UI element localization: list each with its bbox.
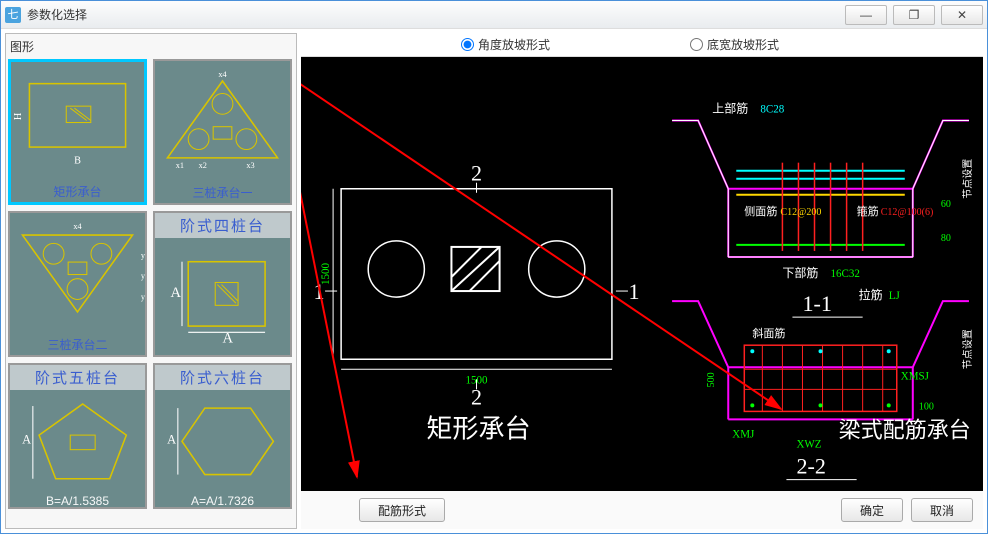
- cancel-button[interactable]: 取消: [911, 498, 973, 522]
- svg-text:y3: y3: [141, 292, 145, 301]
- svg-text:2: 2: [471, 161, 482, 186]
- svg-text:拉筋: 拉筋: [859, 287, 883, 302]
- radio-width-label: 底宽放坡形式: [707, 36, 779, 53]
- rebar-form-button[interactable]: 配筋形式: [359, 498, 445, 522]
- drawing-viewer[interactable]: 2 2 1 1 1500 1500 矩形承台: [301, 57, 983, 491]
- svg-text:C12@100(6): C12@100(6): [881, 207, 934, 218]
- shape-tri1[interactable]: x4 x1 x2 x3 三桩承台一: [153, 59, 292, 205]
- svg-text:y2: y2: [141, 272, 145, 281]
- svg-text:16C32: 16C32: [831, 268, 860, 280]
- svg-text:8C28: 8C28: [760, 104, 784, 116]
- svg-text:1500: 1500: [465, 374, 488, 386]
- svg-text:节点设置: 节点设置: [962, 159, 974, 199]
- shape-heading: 阶式四桩台: [155, 213, 290, 238]
- svg-text:B: B: [74, 155, 81, 166]
- radio-angle-label: 角度放坡形式: [478, 36, 550, 53]
- svg-text:2-2: 2-2: [796, 454, 825, 479]
- svg-text:80: 80: [941, 233, 951, 244]
- svg-text:x2: x2: [199, 161, 207, 170]
- window-title: 参数化选择: [27, 6, 839, 23]
- shape-sub: B=A/1.5385: [10, 492, 145, 509]
- svg-text:XMSJ: XMSJ: [901, 370, 930, 382]
- svg-text:1: 1: [628, 279, 639, 304]
- shape-sidebar: 图形 B H 矩形承台: [5, 33, 297, 529]
- svg-text:梁式配筋承台: 梁式配筋承台: [839, 417, 971, 442]
- svg-text:60: 60: [941, 199, 951, 210]
- shape-heading: 阶式五桩台: [10, 365, 145, 390]
- svg-text:斜面筋: 斜面筋: [752, 326, 785, 340]
- svg-text:A: A: [22, 432, 31, 446]
- svg-text:1500: 1500: [320, 262, 332, 285]
- shape-caption: 矩形承台: [11, 181, 144, 202]
- app-icon: 七: [5, 7, 21, 23]
- ok-button[interactable]: 确定: [841, 498, 903, 522]
- radio-width[interactable]: 底宽放坡形式: [690, 36, 779, 53]
- close-button[interactable]: ✕: [941, 5, 983, 25]
- shape-sub: A=A/1.7326: [155, 492, 290, 509]
- slope-mode-row: 角度放坡形式 底宽放坡形式: [301, 33, 983, 57]
- svg-text:1-1: 1-1: [802, 291, 831, 316]
- svg-text:A: A: [222, 331, 233, 347]
- shape-caption: 三桩承台二: [10, 334, 145, 355]
- shape-step5[interactable]: 阶式五桩台 A B=A/1.5385: [8, 363, 147, 509]
- svg-text:箍筋: 箍筋: [857, 204, 879, 218]
- shape-caption: 三桩承台一: [155, 182, 290, 203]
- svg-text:C12@200: C12@200: [780, 207, 821, 218]
- svg-text:x4: x4: [218, 70, 227, 79]
- svg-text:100: 100: [919, 401, 934, 412]
- svg-text:上部筋: 上部筋: [712, 101, 748, 116]
- button-bar: 配筋形式 确定 取消: [301, 491, 983, 529]
- svg-text:XWZ: XWZ: [796, 439, 821, 451]
- svg-text:下部筋: 下部筋: [782, 265, 818, 280]
- svg-text:LJ: LJ: [889, 290, 901, 302]
- svg-text:x4: x4: [73, 222, 82, 231]
- svg-text:x3: x3: [246, 161, 254, 170]
- radio-angle[interactable]: 角度放坡形式: [461, 36, 550, 53]
- svg-text:A: A: [171, 285, 182, 301]
- shape-heading: 阶式六桩台: [155, 365, 290, 390]
- svg-text:x1: x1: [176, 161, 184, 170]
- svg-text:y1: y1: [141, 251, 145, 260]
- svg-text:矩形承台: 矩形承台: [426, 414, 530, 443]
- shape-tri2[interactable]: x4 y1 y2 y3 三桩承台二: [8, 211, 147, 357]
- shape-rect[interactable]: B H 矩形承台: [8, 59, 147, 205]
- radio-width-input[interactable]: [690, 38, 703, 51]
- minimize-button[interactable]: —: [845, 5, 887, 25]
- shape-step6[interactable]: 阶式六桩台 A A=A/1.7326: [153, 363, 292, 509]
- svg-text:500: 500: [706, 372, 717, 387]
- shape-step4[interactable]: 阶式四桩台 A A: [153, 211, 292, 357]
- radio-angle-input[interactable]: [461, 38, 474, 51]
- svg-text:XMJ: XMJ: [732, 428, 755, 440]
- svg-text:H: H: [13, 112, 24, 120]
- svg-text:侧面筋: 侧面筋: [744, 204, 777, 218]
- shape-grid: B H 矩形承台 x4: [8, 59, 294, 526]
- sidebar-heading: 图形: [8, 36, 294, 59]
- titlebar: 七 参数化选择 — ❐ ✕: [1, 1, 987, 29]
- maximize-button[interactable]: ❐: [893, 5, 935, 25]
- svg-text:节点设置: 节点设置: [962, 329, 974, 369]
- svg-text:A: A: [167, 432, 176, 446]
